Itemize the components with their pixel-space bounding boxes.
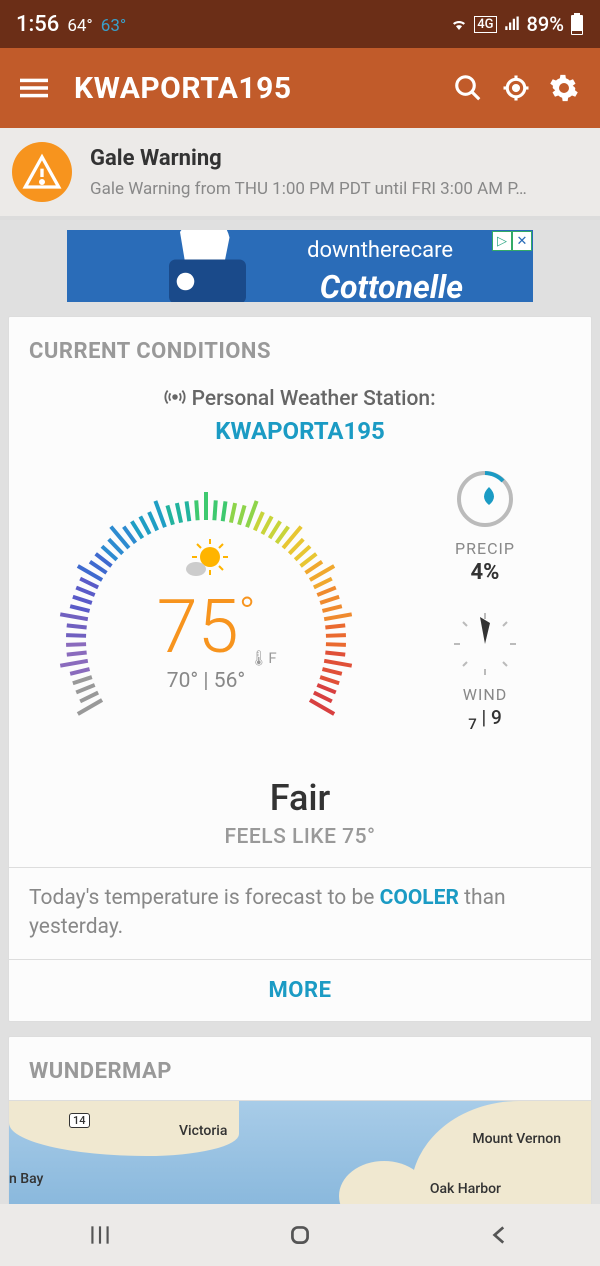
- station-label: Personal Weather Station:: [9, 386, 591, 411]
- status-left: 1:56 64° 63°: [16, 12, 126, 37]
- map-label-mtvernon: Mount Vernon: [472, 1131, 561, 1147]
- clock: 1:56: [16, 12, 59, 37]
- current-temp: 75: [157, 584, 239, 671]
- back-button[interactable]: [460, 1215, 540, 1255]
- station-prefix: Personal Weather Station:: [192, 387, 436, 411]
- battery-icon: [570, 13, 584, 35]
- battery-percent: 89%: [527, 12, 564, 36]
- alert-banner[interactable]: Gale Warning Gale Warning from THU 1:00 …: [0, 128, 600, 220]
- temp-range: 70° | 56°: [21, 669, 391, 693]
- menu-button[interactable]: [12, 66, 56, 110]
- ad-controls: ▷ ✕: [492, 231, 532, 251]
- home-button[interactable]: [260, 1215, 340, 1255]
- alert-desc: Gale Warning from THU 1:00 PM PDT until …: [90, 179, 527, 199]
- current-header: CURRENT CONDITIONS: [9, 317, 591, 386]
- precip-gauge-icon: [455, 469, 515, 529]
- wind-label: WIND: [391, 685, 579, 704]
- search-button[interactable]: [444, 64, 492, 112]
- wundermap-header: WUNDERMAP: [9, 1037, 591, 1100]
- back-icon: [487, 1222, 513, 1248]
- map-route-badge: 14: [69, 1113, 90, 1128]
- app-bar: KWAPORTA195: [0, 48, 600, 128]
- map-label-bay: n Bay: [9, 1171, 43, 1187]
- forecast-comparison: Today's temperature is forecast to be CO…: [9, 868, 591, 959]
- alert-title: Gale Warning: [90, 146, 527, 171]
- recents-button[interactable]: [60, 1215, 140, 1255]
- status-temp-hi: 64°: [67, 16, 92, 36]
- broadcast-icon: [164, 386, 186, 408]
- signal-icon: [503, 15, 521, 33]
- home-icon: [287, 1222, 313, 1248]
- tissue-box-icon: [147, 230, 257, 302]
- locate-button[interactable]: [492, 64, 540, 112]
- status-temp-lo: 63°: [101, 16, 126, 36]
- wind-value: 7 | 9: [391, 706, 579, 733]
- map-label-oakharbor: Oak Harbor: [430, 1181, 501, 1197]
- temp-unit: 🌡F: [249, 649, 276, 667]
- warning-icon: [12, 142, 72, 202]
- settings-button[interactable]: [540, 64, 588, 112]
- location-icon: [501, 73, 531, 103]
- condition-text: Fair: [9, 777, 591, 819]
- hamburger-icon: [20, 74, 48, 102]
- more-button[interactable]: MORE: [9, 959, 591, 1021]
- precip-value: 4%: [391, 560, 579, 585]
- system-nav-bar: [0, 1204, 600, 1266]
- status-bar: 1:56 64° 63° 4G 89%: [0, 0, 600, 48]
- feels-like: FEELS LIKE 75°: [9, 825, 591, 849]
- station-name[interactable]: KWAPORTA195: [9, 417, 591, 445]
- ad-close-icon[interactable]: ✕: [512, 231, 532, 251]
- recents-icon: [87, 1222, 113, 1248]
- map-label-victoria: Victoria: [179, 1123, 227, 1139]
- current-conditions-card: CURRENT CONDITIONS Personal Weather Stat…: [8, 316, 592, 1022]
- wind-compass-icon: [450, 609, 520, 679]
- ad-banner[interactable]: downtherecare Cottonelle ▷ ✕: [67, 230, 533, 302]
- ad-line1: downtherecare: [307, 238, 453, 263]
- search-icon: [453, 73, 483, 103]
- gear-icon: [549, 73, 579, 103]
- network-label: 4G: [474, 16, 496, 33]
- ad-info-icon[interactable]: ▷: [492, 231, 512, 251]
- app-title: KWAPORTA195: [74, 71, 444, 106]
- ad-line2: Cottonelle: [320, 268, 463, 302]
- sun-icon: [178, 535, 234, 585]
- temperature-gauge: 75° 🌡F 70° | 56°: [21, 465, 391, 775]
- precip-label: PRECIP: [391, 539, 579, 558]
- degree-symbol: °: [239, 587, 256, 639]
- wifi-icon: [450, 15, 468, 33]
- status-right: 4G 89%: [450, 12, 584, 36]
